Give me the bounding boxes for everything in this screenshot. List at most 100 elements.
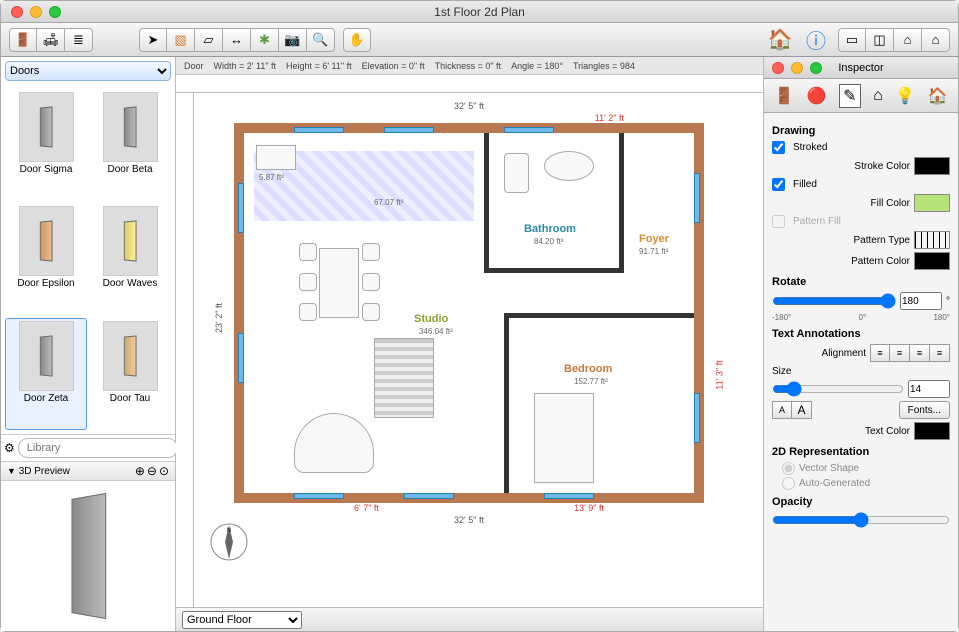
library-item-label: Door Tau [110,393,150,404]
dimension-label: 11' 3" ft [714,360,724,389]
main-toolbar: 🚪 🛋 ≣ ➤ ▧ ▱ ↔ ✱ 📷 🔍 ✋ 🏠 ⓘ ▭ ◫ ⌂ ⌂ [1,23,958,57]
library-category-select[interactable]: Doors [5,61,171,81]
chair[interactable] [362,273,380,291]
roof-tool-button[interactable]: ✱ [251,28,279,52]
window[interactable] [384,127,434,133]
tub[interactable] [544,151,594,181]
filled-label: Filled [793,179,950,190]
library-item-label: Door Beta [107,164,152,175]
pattern-color-swatch[interactable] [914,252,950,270]
chair[interactable] [299,273,317,291]
window[interactable] [238,333,244,383]
bed[interactable] [534,393,594,483]
size-input[interactable] [908,380,950,398]
library-item[interactable]: Door Waves [89,203,171,315]
pan-tool-button[interactable]: ✋ [343,28,371,52]
tab-building-icon[interactable]: ⌂ [873,87,883,105]
app-icon[interactable]: 🏠 [766,28,794,52]
filled-checkbox[interactable] [772,178,785,191]
window[interactable] [404,493,454,499]
chair[interactable] [362,303,380,321]
tab-2d-icon[interactable]: ✎ [839,84,860,108]
align-justify-button[interactable]: ≡ [930,344,950,362]
stroked-checkbox[interactable] [772,141,785,154]
align-right-button[interactable]: ≡ [910,344,930,362]
table[interactable] [319,248,359,318]
text-color-swatch[interactable] [914,422,950,440]
align-center-button[interactable]: ≡ [890,344,910,362]
fonts-button[interactable]: Fonts... [899,401,950,419]
window[interactable] [694,393,700,443]
font-small-button[interactable]: A [772,401,792,419]
list-toolbar-button[interactable]: ≣ [65,28,93,52]
stroke-color-swatch[interactable] [914,157,950,175]
rotate-input[interactable] [900,292,942,310]
inspector-panel: Inspector 🚪 🔴 ✎ ⌂ 💡 🏠 Drawing Stroked St… [763,57,958,631]
window[interactable] [238,183,244,233]
gear-icon[interactable]: ⚙ [4,441,15,455]
view-2d-button[interactable]: ▭ [838,28,866,52]
camera-tool-button[interactable]: 📷 [279,28,307,52]
info-button[interactable]: ⓘ [802,28,830,52]
floor-select[interactable]: Ground Floor [182,611,302,629]
area-label: 5.87 ft² [259,173,284,182]
window[interactable] [504,127,554,133]
doors-toolbar-button[interactable]: 🚪 [9,28,37,52]
library-item[interactable]: Door Beta [89,89,171,201]
zoom-in-icon[interactable]: ⊕ [135,464,145,478]
select-tool-button[interactable]: ➤ [139,28,167,52]
wall[interactable] [504,313,509,493]
zoom-out-icon[interactable]: ⊖ [147,464,157,478]
library-search-input[interactable] [18,438,178,458]
tab-camera-icon[interactable]: 💡 [895,86,915,106]
preview-3d[interactable] [1,481,175,631]
align-left-button[interactable]: ≡ [870,344,890,362]
fill-color-swatch[interactable] [914,194,950,212]
section-drawing: Drawing [772,125,950,137]
tab-object-icon[interactable]: 🚪 [774,86,794,106]
chair[interactable] [299,243,317,261]
toilet[interactable] [504,153,529,193]
chair[interactable] [299,303,317,321]
size-slider[interactable] [772,381,904,397]
library-item-selected[interactable]: Door Zeta [5,318,87,430]
wall[interactable] [484,268,624,273]
furniture-toolbar-button[interactable]: 🛋 [37,28,65,52]
tab-env-icon[interactable]: 🏠 [928,86,948,106]
pattern-type-swatch[interactable] [914,231,950,249]
wall[interactable] [504,313,694,318]
window[interactable] [694,173,700,223]
window[interactable] [294,127,344,133]
stairs[interactable] [374,338,434,418]
tab-materials-icon[interactable]: 🔴 [807,86,827,106]
room-tool-button[interactable]: ▱ [195,28,223,52]
furniture[interactable] [256,145,296,170]
font-large-button[interactable]: A [792,401,812,419]
titlebar: 1st Floor 2d Plan [1,1,958,23]
opacity-slider[interactable] [772,512,950,528]
wall-tool-button[interactable]: ▧ [167,28,195,52]
pattern-fill-checkbox[interactable] [772,215,785,228]
library-item[interactable]: Door Tau [89,318,171,430]
view-3d-button[interactable]: ⌂ [894,28,922,52]
zoom-fit-icon[interactable]: ⊙ [159,464,169,478]
window[interactable] [544,493,594,499]
ruler-horizontal [176,75,763,93]
wall[interactable] [619,133,624,273]
view-split-button[interactable]: ◫ [866,28,894,52]
measure-tool-button[interactable]: ↔ [223,28,251,52]
window[interactable] [294,493,344,499]
library-item[interactable]: Door Epsilon [5,203,87,315]
library-item[interactable]: Door Sigma [5,89,87,201]
sofa[interactable] [294,413,374,473]
auto-generated-radio[interactable] [782,477,795,490]
rotate-slider[interactable] [772,293,896,309]
zoom-tool-button[interactable]: 🔍 [307,28,335,52]
preview-title: 3D Preview [19,466,70,477]
wall[interactable] [484,133,489,273]
canvas[interactable]: 32' 5" ft 11' 2" ft 32' 5" ft 6' 7" ft 1… [194,93,763,607]
chair[interactable] [362,243,380,261]
vector-shape-radio[interactable] [782,462,795,475]
view-walk-button[interactable]: ⌂ [922,28,950,52]
window-title: 1st Floor 2d Plan [1,5,958,19]
